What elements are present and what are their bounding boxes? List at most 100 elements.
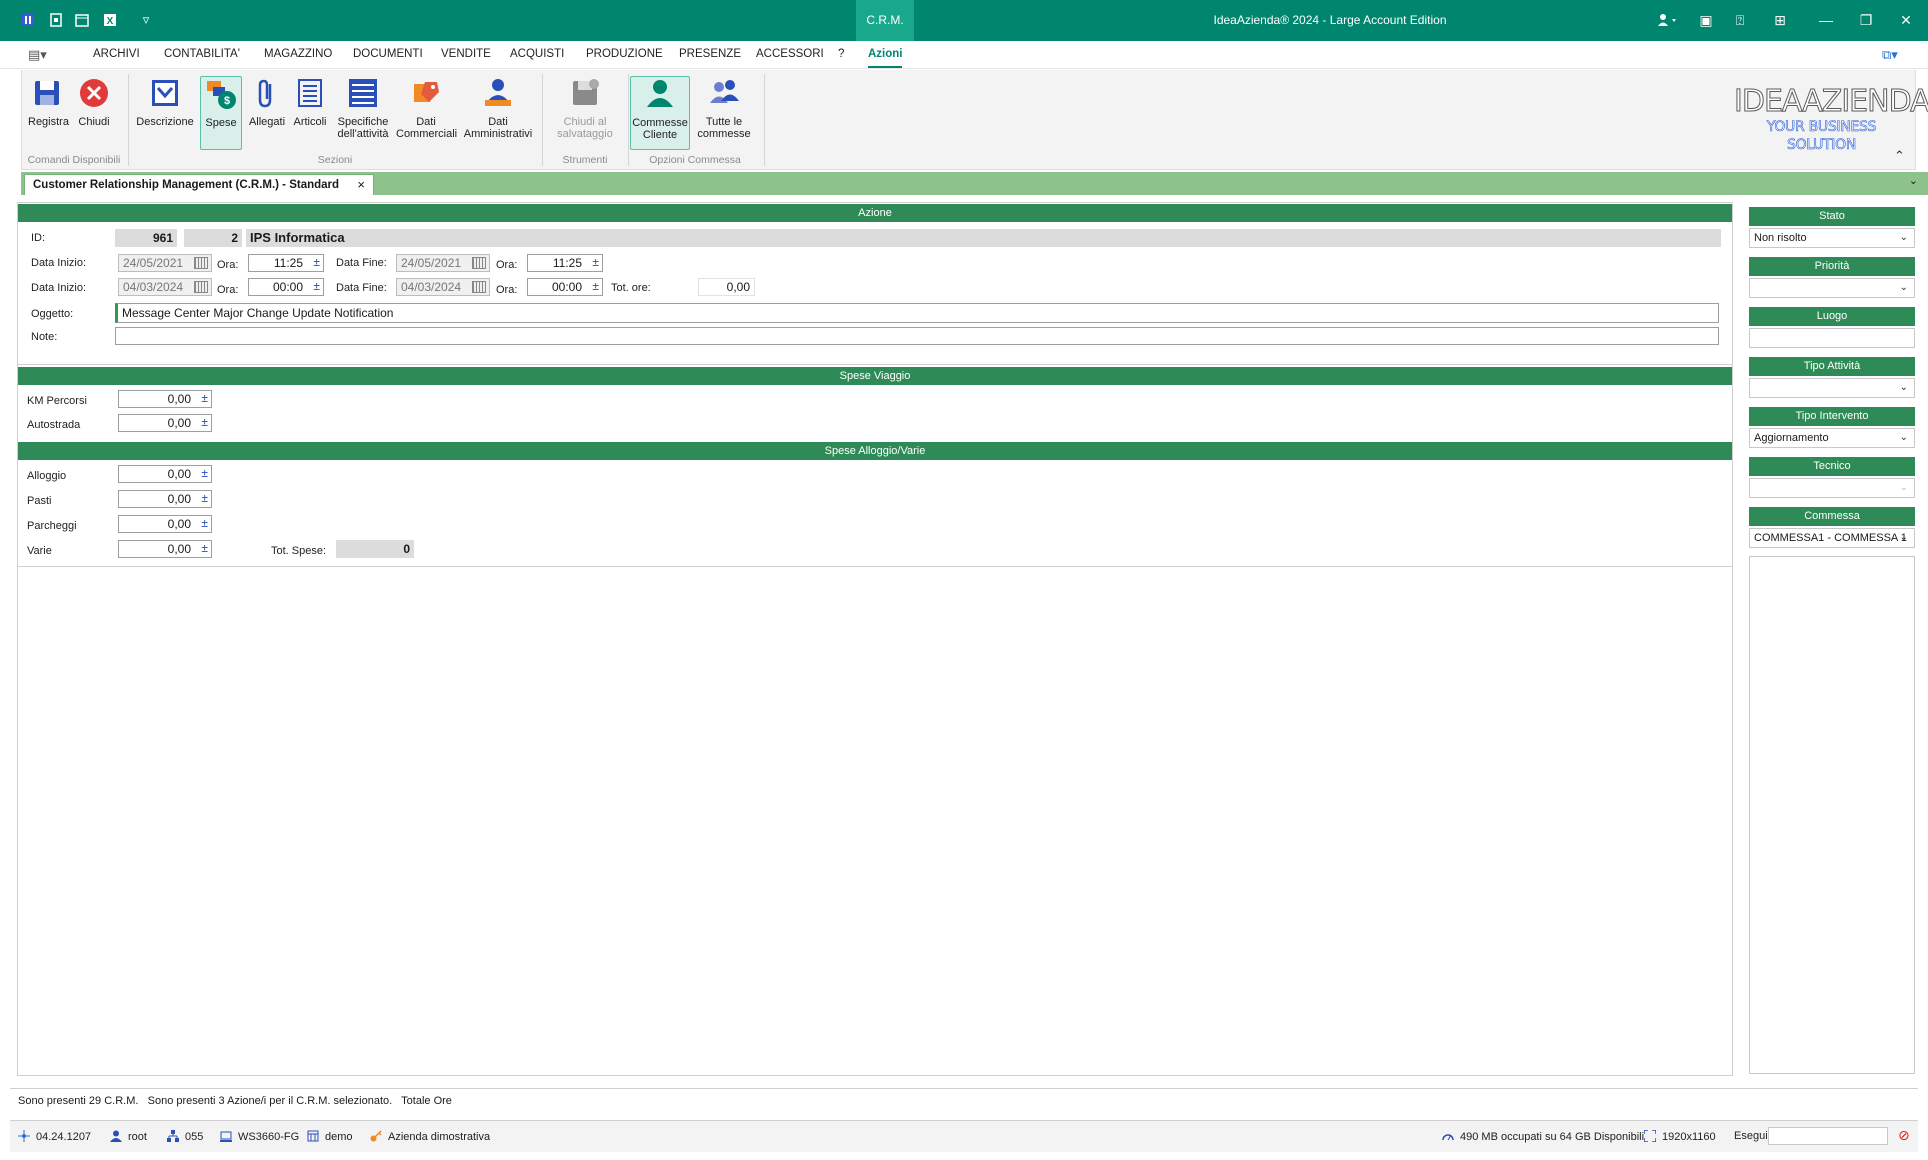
tipo-attivita-select[interactable]: ⌄ bbox=[1749, 378, 1915, 398]
km-percorsi-field[interactable]: 0,00 ± bbox=[118, 390, 212, 408]
menu-vendite[interactable]: VENDITE bbox=[441, 48, 491, 60]
menu-acquisti[interactable]: ACQUISTI bbox=[510, 48, 564, 60]
menu-contabilita[interactable]: CONTABILITA' bbox=[164, 48, 240, 60]
spin-icon[interactable]: ± bbox=[201, 516, 208, 530]
menu-documenti[interactable]: DOCUMENTI bbox=[353, 48, 423, 60]
tab-list-chevron-icon[interactable]: ⌄ bbox=[1909, 174, 1918, 187]
code-item: 055 bbox=[167, 1130, 203, 1143]
commessa-list-panel[interactable] bbox=[1749, 556, 1915, 1074]
excel-icon[interactable]: X bbox=[102, 12, 118, 28]
spin-icon[interactable]: ± bbox=[201, 466, 208, 480]
menu-archivi[interactable]: ARCHIVI bbox=[93, 48, 140, 60]
close-icon[interactable]: ✕ bbox=[1886, 0, 1926, 41]
esegui-label: Esegui bbox=[1734, 1130, 1768, 1142]
specifiche-button[interactable]: Specifiche dell'attività bbox=[334, 76, 392, 150]
spin-icon[interactable]: ± bbox=[201, 391, 208, 405]
tecnico-select[interactable]: ⌄ bbox=[1749, 478, 1915, 498]
data-fine-2-field[interactable]: 04/03/2024 bbox=[396, 278, 490, 296]
workstation-item: WS3660-FG bbox=[220, 1130, 299, 1143]
registra-button[interactable]: Registra bbox=[28, 76, 69, 150]
descrizione-button[interactable]: Descrizione bbox=[136, 76, 194, 150]
dati-commerciali-button[interactable]: Dati Commerciali bbox=[396, 76, 457, 150]
data-inizio-field[interactable]: 24/05/2021 bbox=[118, 254, 212, 272]
status-bar: 04.24.1207 root 055 WS3660-FG demo Azien… bbox=[10, 1120, 1918, 1152]
ideaazienda-logo: IDEAAZIENDA YOUR BUSINESS SOLUTION bbox=[1734, 84, 1928, 153]
close-circle-icon bbox=[80, 79, 108, 107]
pasti-label: Pasti bbox=[27, 495, 52, 507]
chiudi-button[interactable]: Chiudi bbox=[76, 76, 112, 150]
archive-icon[interactable] bbox=[48, 12, 64, 28]
ora-fine-2-field[interactable]: 00:00 ± bbox=[527, 278, 603, 296]
luogo-input[interactable] bbox=[1749, 328, 1915, 348]
app-icon[interactable] bbox=[20, 12, 36, 28]
chiudi-al-salvataggio-button[interactable]: Chiudi al salvataggio bbox=[552, 76, 618, 150]
calendar-icon[interactable] bbox=[472, 281, 486, 293]
calendar-icon[interactable] bbox=[472, 257, 486, 269]
svg-text:X: X bbox=[107, 16, 114, 27]
parcheggi-field[interactable]: 0,00 ± bbox=[118, 515, 212, 533]
menu-magazzino[interactable]: MAGAZZINO bbox=[264, 48, 332, 60]
data-fine-field[interactable]: 24/05/2021 bbox=[396, 254, 490, 272]
spin-icon[interactable]: ± bbox=[201, 491, 208, 505]
user-icon[interactable] bbox=[1648, 0, 1688, 41]
spin-icon[interactable]: ± bbox=[313, 255, 320, 269]
help-icon[interactable]: ⍰ bbox=[1720, 0, 1760, 41]
administrator-icon bbox=[485, 79, 511, 106]
tot-ore-label: Tot. ore: bbox=[611, 282, 651, 294]
spese-button[interactable]: $ Spese bbox=[200, 76, 242, 150]
ora-fine-field[interactable]: 11:25 ± bbox=[527, 254, 603, 272]
ora-inizio-field[interactable]: 11:25 ± bbox=[248, 254, 324, 272]
priorita-select[interactable]: ⌄ bbox=[1749, 278, 1915, 298]
section-azione-header: Azione bbox=[18, 204, 1732, 222]
note-input[interactable] bbox=[115, 327, 1719, 345]
save-icon bbox=[35, 81, 59, 105]
commessa-select[interactable]: COMMESSA1 - COMMESSA 1 ⌄ bbox=[1749, 528, 1915, 548]
menu-azioni[interactable]: Azioni bbox=[868, 48, 903, 60]
group-sezioni-label: Sezioni bbox=[317, 154, 353, 166]
gauge-icon bbox=[1442, 1134, 1454, 1141]
oggetto-input[interactable]: Message Center Major Change Update Notif… bbox=[115, 303, 1719, 323]
calendar-icon[interactable] bbox=[74, 12, 90, 28]
close-tab-icon[interactable]: × bbox=[357, 175, 365, 195]
menu-presenze[interactable]: PRESENZE bbox=[679, 48, 741, 60]
minimize-icon[interactable]: — bbox=[1806, 0, 1846, 41]
alloggio-field[interactable]: 0,00 ± bbox=[118, 465, 212, 483]
esegui-input[interactable] bbox=[1768, 1127, 1888, 1145]
stato-select[interactable]: Non risolto ⌄ bbox=[1749, 228, 1915, 248]
spin-icon[interactable]: ± bbox=[313, 279, 320, 293]
restore-icon[interactable]: ❐ bbox=[1846, 0, 1886, 41]
tutte-le-commesse-button[interactable]: Tutte le commesse bbox=[694, 76, 754, 150]
pasti-field[interactable]: 0,00 ± bbox=[118, 490, 212, 508]
autostrada-label: Autostrada bbox=[27, 419, 81, 431]
ora-inizio-2-field[interactable]: 00:00 ± bbox=[248, 278, 324, 296]
menu-produzione[interactable]: PRODUZIONE bbox=[586, 48, 663, 60]
data-inizio-2-field[interactable]: 04/03/2024 bbox=[118, 278, 212, 296]
articoli-button[interactable]: Articoli bbox=[290, 76, 330, 150]
varie-field[interactable]: 0,00 ± bbox=[118, 540, 212, 558]
spin-icon[interactable]: ± bbox=[201, 541, 208, 555]
tipo-intervento-select[interactable]: Aggiornamento ⌄ bbox=[1749, 428, 1915, 448]
calendar-icon[interactable] bbox=[194, 257, 208, 269]
ora-label: Ora: bbox=[217, 259, 239, 271]
spin-icon[interactable]: ± bbox=[592, 255, 599, 269]
allegati-button[interactable]: Allegati bbox=[246, 76, 288, 150]
crm-document-tab[interactable]: Customer Relationship Management (C.R.M.… bbox=[24, 174, 374, 195]
data-inizio-label: Data Inizio: bbox=[31, 257, 87, 269]
layout-icon[interactable]: ⊞ bbox=[1760, 0, 1800, 41]
dati-amministrativi-button[interactable]: Dati Amministrativi bbox=[462, 76, 534, 150]
menu-help[interactable]: ? bbox=[838, 48, 844, 60]
stop-icon[interactable]: ⊘ bbox=[1898, 1127, 1910, 1144]
view-menu-icon[interactable]: ▤▾ bbox=[28, 47, 47, 63]
user-icon bbox=[110, 1130, 122, 1142]
ribbon-options-icon[interactable]: ⧉▾ bbox=[1882, 47, 1898, 63]
active-module-tab[interactable]: C.R.M. bbox=[856, 0, 914, 41]
km-percorsi-label: KM Percorsi bbox=[27, 395, 87, 407]
menu-accessori[interactable]: ACCESSORI bbox=[756, 48, 824, 60]
autostrada-field[interactable]: 0,00 ± bbox=[118, 414, 212, 432]
spin-icon[interactable]: ± bbox=[201, 415, 208, 429]
calendar-icon[interactable] bbox=[194, 281, 208, 293]
quick-access-dropdown-icon[interactable]: ▿ bbox=[138, 12, 154, 28]
commesse-cliente-button[interactable]: Commesse Cliente bbox=[630, 76, 690, 150]
collapse-ribbon-icon[interactable]: ⌃ bbox=[1894, 148, 1905, 164]
spin-icon[interactable]: ± bbox=[592, 279, 599, 293]
